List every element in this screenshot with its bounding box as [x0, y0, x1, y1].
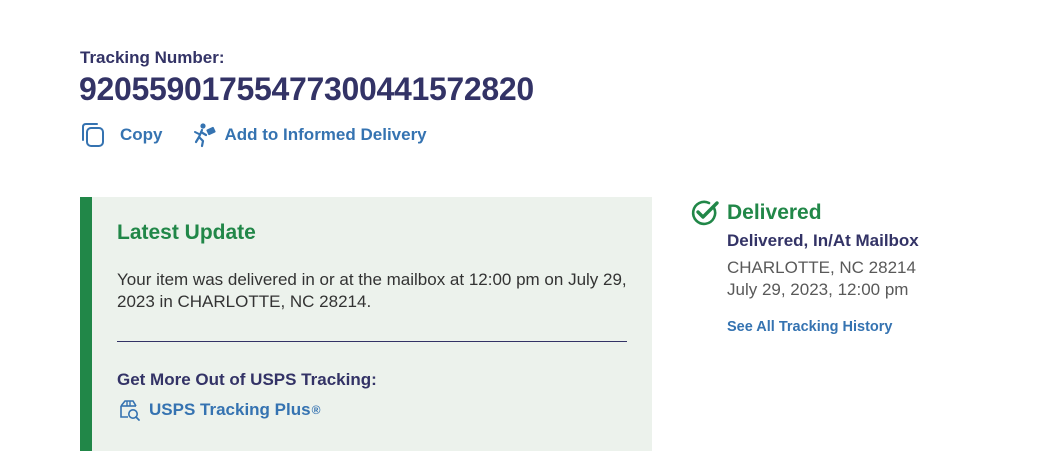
divider [117, 341, 627, 342]
latest-update-text: Your item was delivered in or at the mai… [117, 270, 627, 311]
delivery-status: Delivered Delivered, In/At Mailbox CHARL… [690, 199, 1020, 336]
tracking-page: Tracking Number: 92055901755477300441572… [0, 0, 1063, 469]
copy-button[interactable]: Copy [80, 122, 163, 148]
add-to-informed-delivery-button[interactable]: Add to Informed Delivery [191, 122, 427, 148]
check-circle-icon [691, 200, 719, 226]
tracking-plus-label: USPS Tracking Plus [149, 400, 311, 419]
mail-carrier-icon [193, 123, 216, 148]
copy-label: Copy [120, 125, 163, 144]
informed-delivery-label: Add to Informed Delivery [224, 125, 427, 144]
tracking-number-label: Tracking Number: [80, 48, 225, 67]
status-location: CHARLOTTE, NC 28214 [727, 258, 916, 277]
latest-update-panel: Latest Update Your item was delivered in… [80, 197, 652, 451]
status-heading: Delivered [690, 199, 1020, 227]
tracking-plus-icon [120, 400, 140, 421]
latest-update-title: Latest Update [117, 221, 256, 244]
status-detail: Delivered, In/At Mailbox [727, 231, 919, 250]
copy-icon [82, 123, 104, 147]
usps-tracking-plus-link[interactable]: USPS Tracking Plus ® [117, 398, 320, 422]
see-all-tracking-history-link[interactable]: See All Tracking History [727, 319, 892, 335]
registered-mark: ® [311, 403, 321, 417]
status-date: July 29, 2023, 12:00 pm [727, 280, 909, 299]
get-more-label: Get More Out of USPS Tracking: [117, 370, 377, 389]
tracking-actions: Copy Add to Informed Delivery [80, 121, 427, 149]
status-title: Delivered [727, 201, 822, 224]
tracking-number: 92055901755477300441572820 [79, 71, 534, 107]
